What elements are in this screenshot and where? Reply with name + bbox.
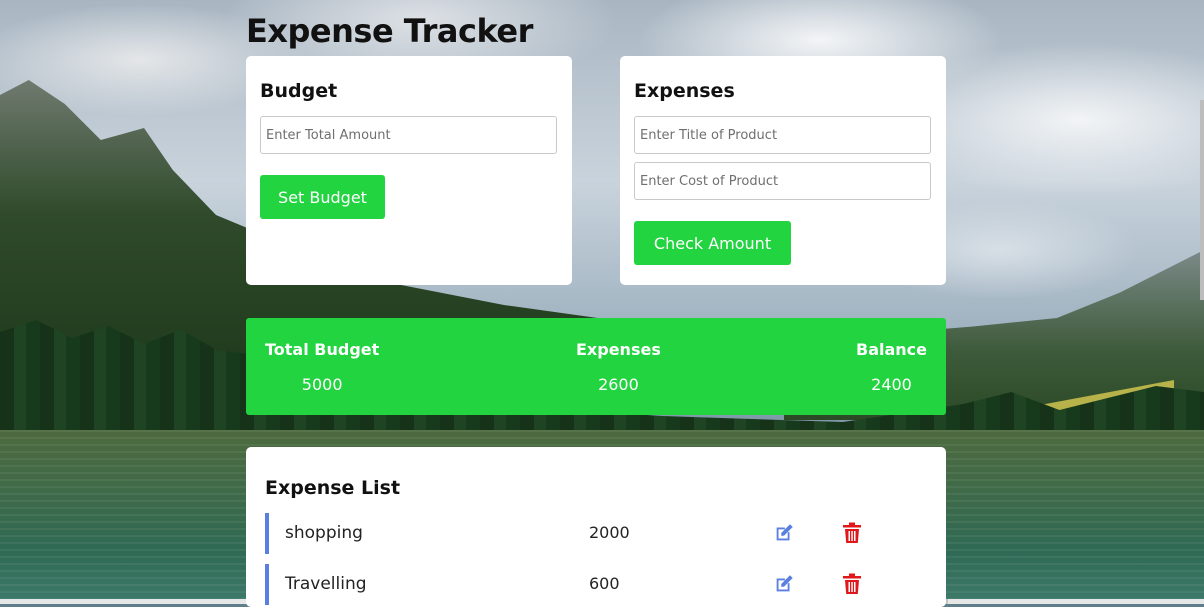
product-title-input[interactable]	[634, 116, 931, 154]
product-cost-input[interactable]	[634, 162, 931, 200]
summary-panel: Total Budget 5000 Expenses 2600 Balance …	[246, 318, 946, 415]
total-budget-value: 5000	[301, 375, 343, 394]
check-amount-button[interactable]: Check Amount	[634, 221, 791, 265]
page-title: Expense Tracker	[246, 12, 533, 50]
expense-list-card: Expense List shopping 2000 Travelling 60…	[246, 447, 946, 607]
balance-label: Balance	[856, 340, 927, 359]
edit-icon[interactable]	[773, 522, 795, 544]
expense-name: shopping	[285, 523, 363, 543]
expenses-card: Expenses Check Amount	[620, 56, 946, 285]
expense-amount: 2000	[589, 523, 630, 542]
total-budget-summary: Total Budget 5000	[265, 340, 379, 394]
expenses-heading: Expenses	[634, 80, 735, 102]
vertical-scrollbar[interactable]	[1200, 100, 1204, 300]
set-budget-button[interactable]: Set Budget	[260, 175, 385, 219]
expenses-label: Expenses	[576, 340, 661, 359]
expense-list-heading: Expense List	[265, 477, 401, 499]
edit-icon[interactable]	[773, 573, 795, 595]
list-item: shopping 2000	[265, 513, 927, 554]
budget-heading: Budget	[260, 80, 338, 102]
balance-summary: Balance 2400	[856, 340, 927, 394]
expenses-value: 2600	[598, 375, 639, 394]
total-budget-label: Total Budget	[265, 340, 380, 359]
budget-card: Budget Set Budget	[246, 56, 572, 285]
total-amount-input[interactable]	[260, 116, 557, 154]
balance-value: 2400	[871, 375, 912, 394]
trash-icon[interactable]	[842, 573, 862, 595]
trash-icon[interactable]	[842, 522, 862, 544]
expense-name: Travelling	[285, 574, 367, 594]
list-item: Travelling 600	[265, 564, 927, 605]
expenses-summary: Expenses 2600	[576, 340, 661, 394]
expense-amount: 600	[589, 574, 620, 593]
